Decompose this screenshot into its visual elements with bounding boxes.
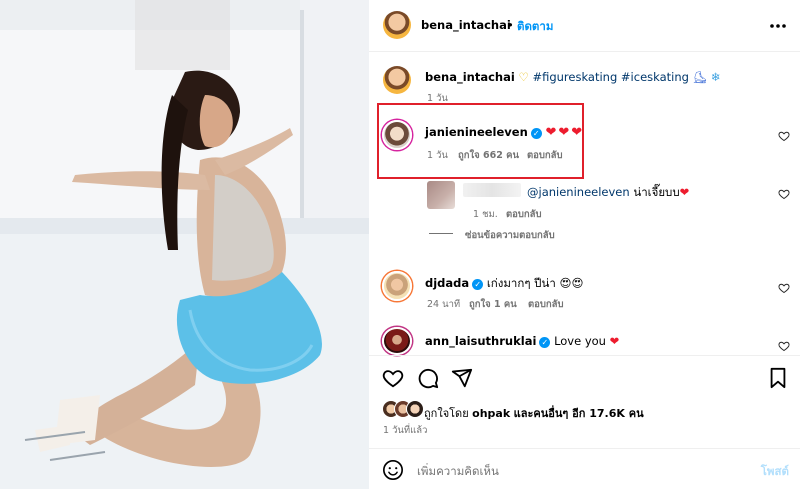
post-header: bena_intachai • ติดตาม bbox=[369, 0, 800, 52]
like-heart-icon[interactable] bbox=[382, 367, 404, 389]
reply-text: @janienineeleven น่าเจี๊ยบบ❤ bbox=[527, 184, 689, 202]
comment-time: 1 วัน bbox=[427, 150, 448, 161]
comment-heart-emoji: ❤ bbox=[609, 334, 620, 348]
reply-heart-emoji: ❤ bbox=[679, 185, 690, 199]
reply-reply-button[interactable]: ตอบกลับ bbox=[506, 207, 542, 222]
likes-summary[interactable]: ถูกใจโดย ohpak และคนอื่นๆ อีก 17.6K คน bbox=[424, 404, 644, 422]
author-username[interactable]: bena_intachai bbox=[421, 18, 511, 32]
reply-mention[interactable]: @janienineeleven bbox=[527, 185, 630, 199]
comment-icon[interactable] bbox=[417, 367, 439, 389]
comment-username[interactable]: janienineeleven bbox=[425, 125, 528, 139]
save-bookmark-icon[interactable] bbox=[768, 367, 788, 389]
likes-prefix: ถูกใจโดย bbox=[424, 407, 469, 420]
share-icon[interactable] bbox=[451, 367, 473, 389]
reply-avatar[interactable] bbox=[427, 181, 455, 209]
comment-body: Love you bbox=[554, 334, 606, 348]
hide-replies-button[interactable]: ซ่อนข้อความตอบกลับ bbox=[465, 228, 555, 243]
comment-likes[interactable]: ถูกใจ 1 คน bbox=[469, 297, 517, 312]
reply-button[interactable]: ตอบกลับ bbox=[528, 297, 564, 312]
comment-avatar[interactable] bbox=[382, 327, 412, 355]
hands-heart-icon: ♡ bbox=[518, 70, 529, 84]
skate-icon: ⛸ bbox=[692, 70, 708, 84]
reply-username-redacted bbox=[463, 183, 521, 197]
caption-text: bena_intachai 🫶 ⛸ ❄ ♡ #figureskating #ic… bbox=[425, 70, 721, 84]
reply-time: 1 ชม. bbox=[473, 209, 498, 220]
comment-hearts: ❤❤❤ bbox=[545, 125, 585, 140]
author-avatar[interactable] bbox=[383, 11, 411, 39]
like-comment-heart-icon[interactable] bbox=[778, 282, 790, 294]
caption-avatar[interactable] bbox=[383, 66, 411, 94]
snowflake-icon: ❄ bbox=[710, 70, 721, 84]
caption-username[interactable]: bena_intachai bbox=[425, 70, 515, 84]
verified-badge-icon: ✓ bbox=[530, 128, 542, 139]
comment-time: 24 นาที bbox=[427, 299, 461, 310]
figure-skater-image bbox=[0, 0, 369, 489]
post-date: 1 วันที่แล้ว bbox=[383, 425, 428, 436]
like-comment-heart-icon[interactable] bbox=[778, 340, 790, 352]
hide-replies-line bbox=[429, 233, 453, 234]
caption-time: 1 วัน bbox=[427, 93, 448, 104]
liker-avatar[interactable] bbox=[406, 400, 424, 418]
comment-username[interactable]: ann_laisuthruklai bbox=[425, 334, 536, 348]
reply-button[interactable]: ตอบกลับ bbox=[527, 148, 563, 163]
like-comment-heart-icon[interactable] bbox=[778, 130, 790, 142]
likes-others[interactable]: และคนอื่นๆ อีก 17.6K คน bbox=[514, 407, 644, 420]
comment-avatar[interactable] bbox=[382, 120, 412, 150]
comment-username[interactable]: djdada bbox=[425, 276, 469, 290]
more-horizontal-icon[interactable] bbox=[769, 23, 787, 29]
header-separator: • bbox=[507, 18, 514, 32]
comment-composer: เพิ่มความคิดเห็น โพสต์ bbox=[369, 448, 800, 489]
post-detail-panel: bena_intachai • ติดตาม bena_intachai 🫶 ⛸… bbox=[369, 0, 800, 489]
comment-likes[interactable]: ถูกใจ 662 คน bbox=[458, 148, 519, 163]
like-reply-heart-icon[interactable] bbox=[778, 188, 790, 200]
verified-badge-icon: ✓ bbox=[539, 337, 551, 348]
post-actions-bar bbox=[369, 355, 800, 400]
follow-button[interactable]: ติดตาม bbox=[517, 18, 553, 36]
reply-body: น่าเจี๊ยบบ bbox=[633, 185, 680, 199]
verified-badge-icon: ✓ bbox=[472, 279, 484, 290]
heart-eyes-emoji: 😍😍 bbox=[559, 276, 584, 290]
comment-djdada-text: djdada ✓ เก่งมากๆ ปีน่า 😍😍 bbox=[425, 275, 583, 293]
comment-ann-text: ann_laisuthruklai ✓ Love you ❤ bbox=[425, 334, 619, 348]
comment-janie-text: janienineeleven ✓ ❤❤❤ bbox=[425, 125, 584, 140]
liked-by-user[interactable]: ohpak bbox=[472, 407, 510, 420]
add-comment-input[interactable]: เพิ่มความคิดเห็น bbox=[417, 463, 499, 481]
comment-body: เก่งมากๆ ปีน่า bbox=[486, 276, 556, 290]
comment-avatar[interactable] bbox=[382, 271, 412, 301]
post-photo bbox=[0, 0, 369, 489]
emoji-smiley-icon[interactable] bbox=[382, 459, 404, 481]
post-comment-button[interactable]: โพสต์ bbox=[761, 463, 789, 481]
caption-hashtags[interactable]: #figureskating #iceskating bbox=[532, 70, 688, 84]
